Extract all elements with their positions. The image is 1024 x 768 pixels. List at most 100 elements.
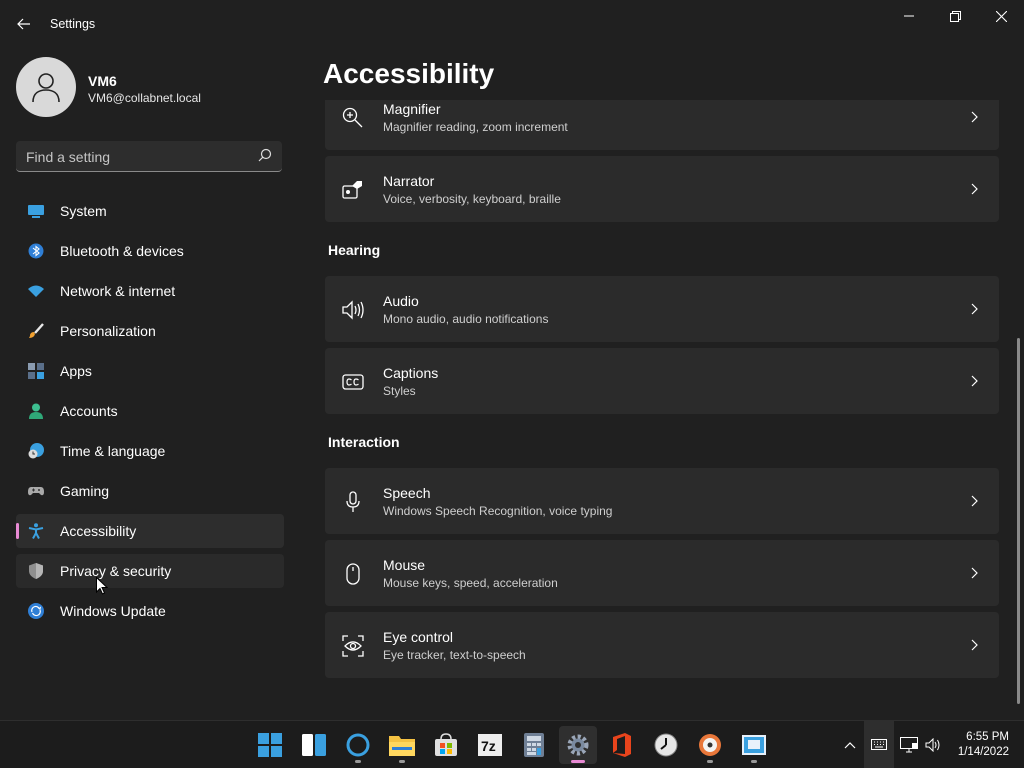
- sidebar-item-label: Network & internet: [60, 283, 176, 299]
- chevron-right-icon: [971, 495, 978, 507]
- office-icon: [613, 733, 631, 757]
- captions-card[interactable]: Captions Styles: [325, 348, 999, 414]
- window-title: Settings: [50, 17, 96, 31]
- calculator-icon: [524, 733, 544, 757]
- search-box: [16, 141, 282, 172]
- back-button[interactable]: [10, 10, 38, 38]
- card-title: Mouse: [383, 557, 426, 573]
- sidebar-item-windows-update[interactable]: Windows Update: [16, 594, 284, 628]
- magnifier-card[interactable]: Magnifier Magnifier reading, zoom increm…: [325, 100, 999, 150]
- speech-card[interactable]: Speech Windows Speech Recognition, voice…: [325, 468, 999, 534]
- windows-logo-icon: [258, 733, 282, 757]
- taskbar-office[interactable]: [603, 726, 641, 764]
- eye-control-card[interactable]: Eye control Eye tracker, text-to-speech: [325, 612, 999, 678]
- sidebar-item-label: Windows Update: [60, 603, 166, 619]
- chevron-right-icon: [971, 183, 978, 195]
- card-subtitle: Windows Speech Recognition, voice typing: [383, 504, 613, 518]
- sidebar-nav: System Bluetooth & devices Network & int…: [16, 194, 284, 634]
- remote-desktop-icon: [742, 735, 766, 755]
- narrator-card[interactable]: Narrator Voice, verbosity, keyboard, bra…: [325, 156, 999, 222]
- card-title: Speech: [383, 485, 431, 501]
- system-icon: [28, 205, 44, 218]
- user-profile[interactable]: VM6 VM6@collabnet.local: [16, 56, 286, 118]
- search-icon[interactable]: [258, 148, 272, 162]
- sidebar-item-label: Personalization: [60, 323, 156, 339]
- card-subtitle: Mouse keys, speed, acceleration: [383, 576, 558, 590]
- accessibility-icon: [28, 523, 44, 539]
- running-indicator: [707, 760, 713, 763]
- 7zip-icon: 7z: [478, 734, 502, 756]
- chevron-right-icon: [971, 567, 978, 579]
- folder-icon: [389, 736, 415, 756]
- user-email: VM6@collabnet.local: [88, 91, 201, 105]
- touch-keyboard-button[interactable]: [864, 721, 894, 768]
- taskbar: 7z 6:55 PM 1/14/2022: [0, 720, 1024, 768]
- person-icon: [29, 403, 43, 419]
- restore-button[interactable]: [932, 0, 978, 32]
- close-icon: [995, 10, 1007, 22]
- shield-icon: [29, 563, 43, 579]
- audio-card[interactable]: Audio Mono audio, audio notifications: [325, 276, 999, 342]
- microphone-icon: [346, 491, 360, 512]
- running-indicator: [355, 760, 361, 763]
- chevron-right-icon: [971, 375, 978, 387]
- sidebar-item-time-language[interactable]: Time & language: [16, 434, 284, 468]
- store-icon: [435, 733, 457, 756]
- section-heading-hearing: Hearing: [328, 242, 381, 258]
- taskbar-clock-app[interactable]: [647, 726, 685, 764]
- sidebar-item-system[interactable]: System: [16, 194, 284, 228]
- taskbar-7-zip[interactable]: 7z: [471, 726, 509, 764]
- clock-globe-icon: [28, 443, 44, 459]
- minimize-button[interactable]: [886, 0, 932, 32]
- taskbar-clock[interactable]: 6:55 PM 1/14/2022: [958, 730, 1009, 760]
- show-hidden-icons-button[interactable]: [840, 735, 860, 755]
- close-button[interactable]: [978, 0, 1024, 32]
- keyboard-icon: [871, 739, 887, 750]
- sidebar-item-personalization[interactable]: Personalization: [16, 314, 284, 348]
- mouse-card[interactable]: Mouse Mouse keys, speed, acceleration: [325, 540, 999, 606]
- gear-icon: [567, 734, 589, 756]
- taskbar-file-explorer[interactable]: [383, 726, 421, 764]
- sidebar-item-accounts[interactable]: Accounts: [16, 394, 284, 428]
- sidebar-item-accessibility[interactable]: Accessibility: [16, 514, 284, 548]
- settings-content: Magnifier Magnifier reading, zoom increm…: [325, 100, 999, 710]
- gamepad-icon: [28, 487, 44, 496]
- back-arrow-icon: [17, 18, 30, 30]
- taskbar-remote-desktop[interactable]: [735, 726, 773, 764]
- sidebar-item-label: Gaming: [60, 483, 110, 499]
- media-player-icon: [699, 734, 721, 756]
- running-indicator: [399, 760, 405, 763]
- sidebar-item-network-internet[interactable]: Network & internet: [16, 274, 284, 308]
- taskbar-microsoft-store[interactable]: [427, 726, 465, 764]
- clock-date: 1/14/2022: [957, 746, 1009, 758]
- clock-time: 6:55 PM: [966, 731, 1009, 743]
- network-tray-button[interactable]: [899, 735, 919, 755]
- taskbar-media-player[interactable]: [691, 726, 729, 764]
- page-title: Accessibility: [323, 58, 495, 89]
- narrator-icon: [342, 181, 362, 199]
- content-scrollbar[interactable]: [1017, 338, 1020, 704]
- clock-icon: [654, 733, 678, 757]
- sidebar-item-gaming[interactable]: Gaming: [16, 474, 284, 508]
- chevron-right-icon: [971, 111, 978, 123]
- title-bar: Settings: [0, 0, 1024, 48]
- taskbar-start-button[interactable]: [251, 726, 289, 764]
- eye-control-icon: [342, 635, 364, 657]
- volume-tray-button[interactable]: [923, 735, 943, 755]
- network-icon: [900, 737, 918, 753]
- card-subtitle: Magnifier reading, zoom increment: [383, 120, 568, 134]
- sidebar-item-apps[interactable]: Apps: [16, 354, 284, 388]
- sidebar-item-bluetooth-devices[interactable]: Bluetooth & devices: [16, 234, 284, 268]
- task-view-icon: [302, 734, 326, 756]
- sidebar-item-privacy-security[interactable]: Privacy & security: [16, 554, 284, 588]
- card-title: Magnifier: [383, 101, 441, 117]
- taskbar-cortana[interactable]: [339, 726, 377, 764]
- taskbar-settings[interactable]: [559, 726, 597, 764]
- taskbar-task-view[interactable]: [295, 726, 333, 764]
- taskbar-calculator[interactable]: [515, 726, 553, 764]
- search-input[interactable]: [16, 141, 258, 172]
- volume-icon: [925, 738, 940, 752]
- running-indicator: [751, 760, 757, 763]
- chevron-up-icon: [844, 742, 856, 749]
- sidebar-item-label: Accessibility: [60, 523, 137, 539]
